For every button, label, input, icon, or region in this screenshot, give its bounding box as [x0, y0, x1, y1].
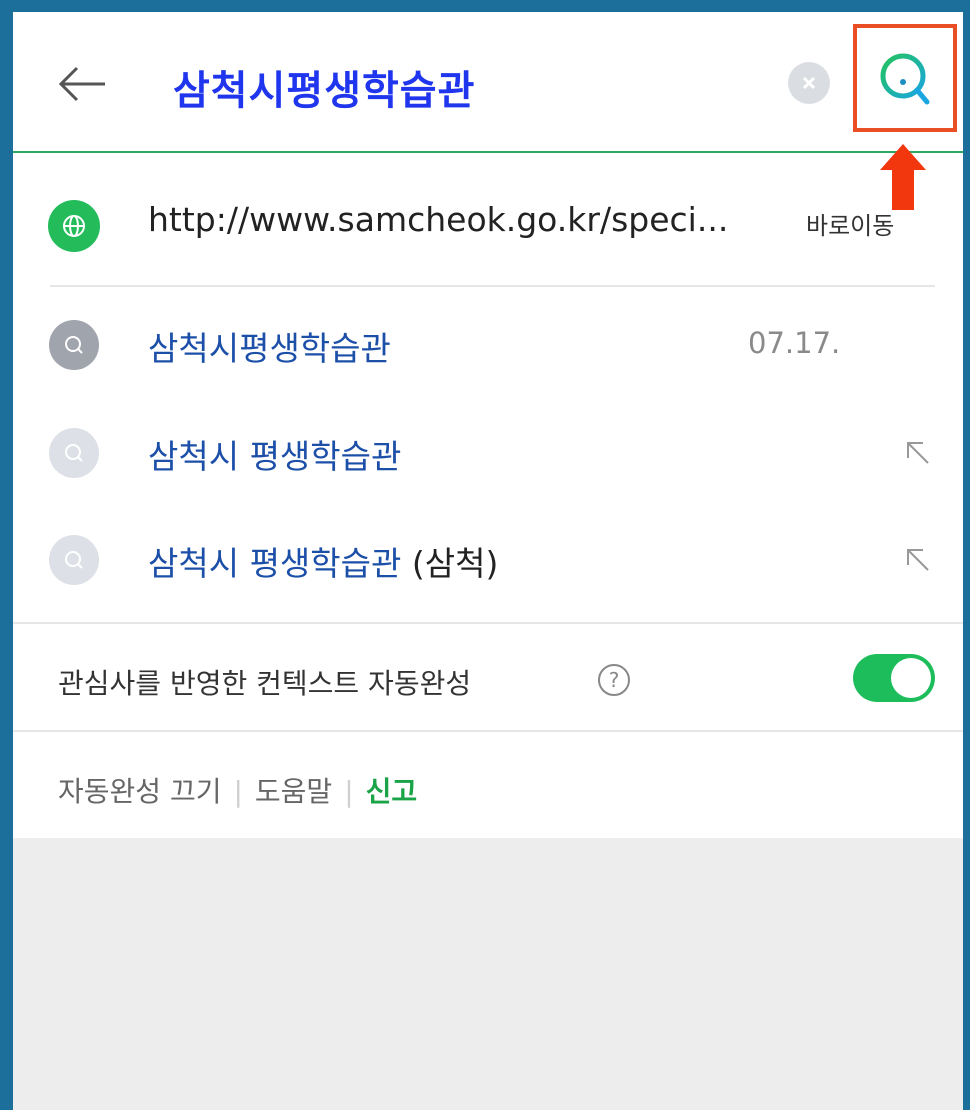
clear-icon[interactable] [788, 62, 830, 104]
context-autocomplete-toggle[interactable] [853, 654, 935, 702]
help-link[interactable]: 도움말 [255, 775, 332, 808]
search-suggestion-icon [49, 428, 99, 478]
separator: | [344, 775, 354, 808]
suggestion-item-history[interactable]: 삼척시평생학습관 07.17. [13, 302, 963, 388]
context-autocomplete-label: 관심사를 반영한 컨텍스트 자동완성 [58, 667, 472, 700]
globe-icon [48, 200, 100, 252]
suggestion-item[interactable]: 삼척시 평생학습관 (삼척) [13, 517, 963, 603]
autocomplete-panel: 삼척시평생학습관 http://www.samcheok.go.kr/speci… [13, 12, 963, 838]
suggestion-item[interactable]: 삼척시 평생학습관 [13, 410, 963, 496]
search-button[interactable] [853, 24, 957, 132]
suggestion-text: 삼척시 평생학습관 (삼척) [148, 544, 499, 583]
url-suggestion[interactable]: http://www.samcheok.go.kr/speci... 바로이동 [13, 172, 963, 282]
divider [13, 622, 963, 624]
search-icon [880, 53, 930, 105]
toggle-knob [891, 658, 931, 698]
history-search-icon [49, 320, 99, 370]
screen: 삼척시평생학습관 http://www.samcheok.go.kr/speci… [13, 12, 963, 1110]
fill-arrow-icon[interactable] [903, 438, 933, 468]
separator: | [233, 775, 243, 808]
back-arrow-icon[interactable] [53, 54, 113, 114]
suggestion-text: 삼척시 평생학습관 [148, 437, 402, 476]
goto-button[interactable]: 바로이동 [806, 206, 894, 241]
search-input[interactable]: 삼척시평생학습관 [173, 58, 475, 116]
url-text: http://www.samcheok.go.kr/speci... [148, 200, 729, 239]
report-link[interactable]: 신고 [366, 775, 418, 808]
autocomplete-off-link[interactable]: 자동완성 끄기 [58, 775, 221, 808]
divider [50, 285, 935, 287]
fill-arrow-icon[interactable] [903, 545, 933, 575]
divider [13, 730, 963, 732]
search-suggestion-icon [49, 535, 99, 585]
search-bar: 삼척시평생학습관 [13, 12, 963, 153]
suggestion-text: 삼척시평생학습관 [148, 329, 391, 368]
suggestion-date: 07.17. [748, 326, 841, 360]
help-icon[interactable]: ? [598, 664, 630, 696]
footer-links: 자동완성 끄기 | 도움말 | 신고 [58, 770, 417, 810]
